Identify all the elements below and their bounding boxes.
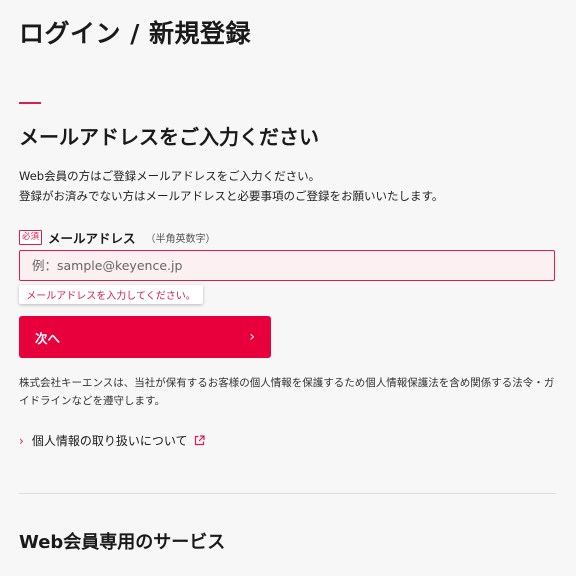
chevron-right-icon: › [249, 329, 255, 345]
section-divider [19, 493, 556, 494]
page-title: ログイン / 新規登録 [19, 19, 252, 48]
intro-text: Web会員の方はご登録メールアドレスをご入力ください。 登録がお済みでない方はメ… [19, 166, 443, 206]
email-label: メールアドレス [48, 231, 136, 246]
section-heading: メールアドレスをご入力ください [19, 125, 319, 149]
email-label-row: 必須 メールアドレス （半角英数字） [19, 228, 216, 247]
required-badge: 必須 [19, 230, 43, 245]
services-heading: Web会員専用のサービス [19, 532, 226, 553]
chevron-right-icon: › [19, 433, 24, 448]
accent-divider [19, 102, 41, 104]
email-error-message: メールアドレスを入力してください。 [19, 285, 203, 304]
login-page: ログイン / 新規登録 メールアドレスをご入力ください Web会員の方はご登録メ… [0, 0, 576, 576]
next-button[interactable]: 次へ › [19, 316, 271, 358]
intro-line-1: Web会員の方はご登録メールアドレスをご入力ください。 [19, 169, 321, 183]
email-input[interactable] [19, 250, 555, 281]
next-button-label: 次へ [35, 330, 61, 346]
external-link-icon [194, 435, 206, 446]
email-hint: （半角英数字） [145, 234, 216, 245]
intro-line-2: 登録がお済みでない方はメールアドレスと必要事項のご登録をお願いいたします。 [19, 189, 444, 203]
privacy-policy-link[interactable]: › 個人情報の取り扱いについて [19, 432, 206, 449]
privacy-link-label: 個人情報の取り扱いについて [31, 434, 188, 448]
privacy-text: 株式会社キーエンスは、当社が保有するお客様の個人情報を保護するため個人情報保護法… [19, 377, 555, 407]
